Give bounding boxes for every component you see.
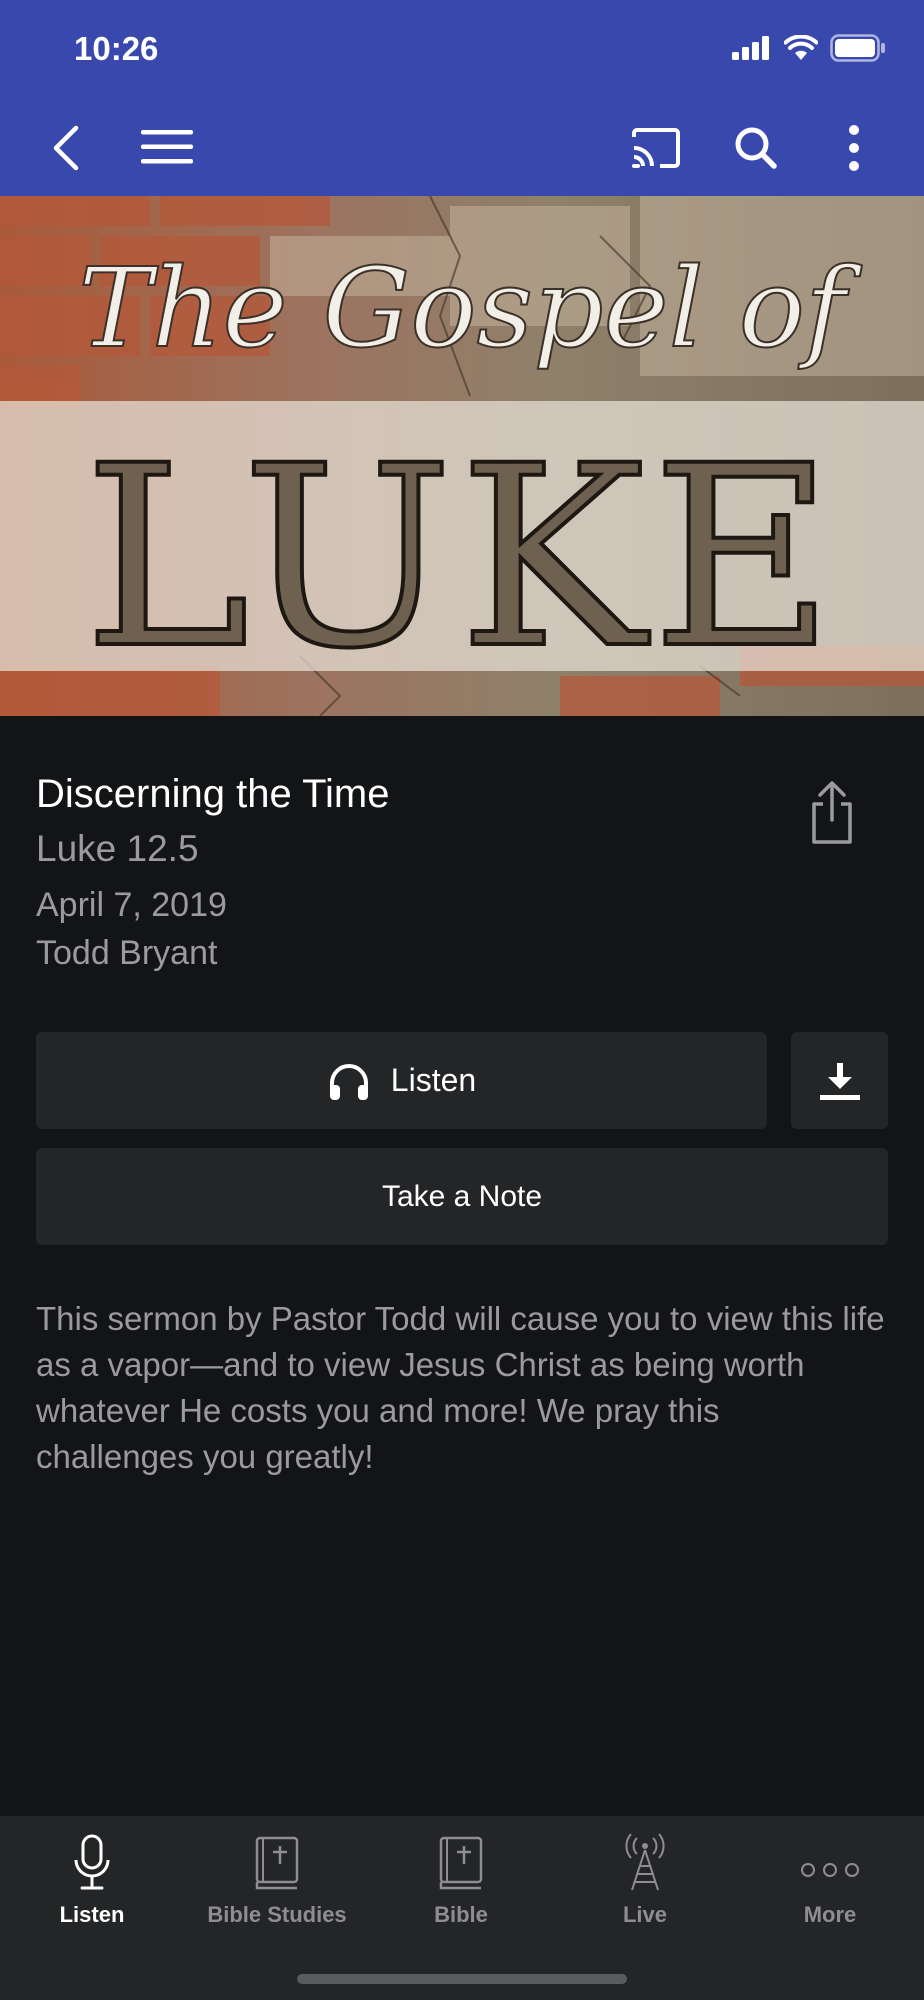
listen-button[interactable]: Listen <box>36 1032 767 1129</box>
hamburger-menu-icon <box>141 130 193 164</box>
hero-script-text: The Gospel of <box>78 244 862 372</box>
search-button[interactable] <box>730 122 782 174</box>
cast-icon <box>632 128 680 168</box>
tab-label: Bible <box>434 1902 488 1927</box>
cast-button[interactable] <box>628 122 684 174</box>
tab-more[interactable]: More <box>738 1816 922 1936</box>
brick-wall-artwork: The Gospel of LUKE <box>0 196 924 716</box>
tab-label: Listen <box>59 1902 125 1927</box>
broadcast-tower-icon <box>625 1833 665 1891</box>
signal-icon <box>732 36 769 60</box>
back-button[interactable] <box>44 118 88 178</box>
tab-bible[interactable]: Bible <box>369 1816 553 1936</box>
headphones-icon <box>329 1063 368 1100</box>
home-indicator <box>297 1974 627 1984</box>
tab-label: More <box>803 1902 857 1927</box>
tab-label: Live <box>622 1902 668 1927</box>
top-app-bar: 10:26 <box>0 0 924 196</box>
sermon-description: This sermon by Pastor Todd will cause yo… <box>36 1300 885 1475</box>
menu-button[interactable] <box>140 124 194 170</box>
wifi-icon <box>784 35 818 60</box>
download-button[interactable] <box>791 1032 888 1129</box>
take-note-button[interactable]: Take a Note <box>36 1148 888 1245</box>
download-icon <box>819 1062 860 1100</box>
tab-listen[interactable]: Listen <box>0 1816 184 1936</box>
bible-icon <box>439 1836 483 1890</box>
tab-label: Bible Studies <box>207 1902 347 1927</box>
more-dots-icon <box>801 1863 859 1877</box>
sermon-series-artwork: The Gospel of LUKE <box>0 196 924 716</box>
tab-bible-studies[interactable]: Bible Studies <box>185 1816 369 1936</box>
status-icons <box>732 34 886 62</box>
share-icon <box>812 781 852 844</box>
sermon-scripture: Luke 12.5 <box>36 828 199 869</box>
take-note-label: Take a Note <box>381 1179 543 1213</box>
hero-headline-text: LUKE <box>84 412 840 703</box>
more-vertical-icon <box>849 125 859 171</box>
sermon-date: April 7, 2019 <box>36 886 227 924</box>
sermon-title: Discerning the Time <box>36 772 390 816</box>
tab-live[interactable]: Live <box>553 1816 737 1936</box>
status-time: 10:26 <box>74 30 159 67</box>
microphone-icon <box>74 1834 110 1890</box>
share-button[interactable] <box>804 780 860 846</box>
sermon-speaker: Todd Bryant <box>36 934 218 972</box>
search-icon <box>735 127 777 169</box>
chevron-left-icon <box>53 125 79 171</box>
bottom-tab-bar: Listen Bible Studies Bible Live More <box>0 1816 924 2000</box>
battery-icon <box>830 34 885 62</box>
bible-icon <box>255 1836 299 1890</box>
more-options-button[interactable] <box>836 120 872 176</box>
listen-label: Listen <box>390 1062 477 1098</box>
